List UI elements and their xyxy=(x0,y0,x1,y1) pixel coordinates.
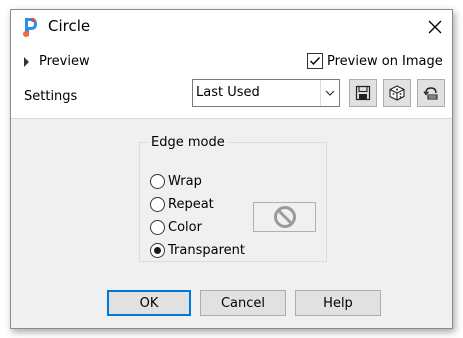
help-button[interactable]: Help xyxy=(295,290,381,316)
randomize-icon xyxy=(389,85,405,101)
expand-arrow-icon xyxy=(24,56,29,67)
settings-label: Settings xyxy=(24,89,78,104)
edge-color-swatch[interactable] xyxy=(253,202,316,232)
radio-label-wrap: Wrap xyxy=(168,174,202,189)
checkbox-box[interactable] xyxy=(307,53,323,69)
cancel-button[interactable]: Cancel xyxy=(200,290,286,316)
settings-dropdown-value: Last Used xyxy=(196,85,260,100)
checkmark-icon xyxy=(310,57,321,66)
radio-label-transparent: Transparent xyxy=(168,243,245,258)
paintshop-pro-icon xyxy=(23,18,37,37)
close-button[interactable] xyxy=(424,16,446,38)
radio-button[interactable] xyxy=(150,174,165,189)
circle-dialog: Circle Preview Preview on Image Settings… xyxy=(10,9,453,329)
title-bar: Circle xyxy=(11,10,452,44)
no-color-icon xyxy=(273,206,296,228)
ok-label: OK xyxy=(139,295,159,311)
radio-repeat[interactable]: Repeat xyxy=(150,197,214,212)
radio-button[interactable] xyxy=(150,197,165,212)
window-title: Circle xyxy=(48,17,91,35)
preview-toggle[interactable]: Preview xyxy=(24,54,90,69)
main-area: Edge mode Wrap Repeat Color Transparent … xyxy=(11,119,452,328)
reset-icon xyxy=(423,87,438,100)
save-preset-button[interactable] xyxy=(349,79,377,107)
reset-button[interactable] xyxy=(417,79,445,107)
dropdown-arrow[interactable] xyxy=(320,80,339,106)
radio-wrap[interactable]: Wrap xyxy=(150,174,202,189)
radio-button-selected[interactable] xyxy=(150,243,165,258)
close-icon xyxy=(428,20,442,34)
radio-label-repeat: Repeat xyxy=(168,197,214,212)
save-preset-icon xyxy=(355,85,371,101)
settings-panel: Preview Preview on Image Settings Last U… xyxy=(11,44,452,119)
radio-transparent[interactable]: Transparent xyxy=(150,243,245,258)
preview-on-image-label: Preview on Image xyxy=(327,53,443,69)
settings-dropdown[interactable]: Last Used xyxy=(192,79,340,107)
cancel-label: Cancel xyxy=(220,295,266,311)
preview-on-image-checkbox[interactable]: Preview on Image xyxy=(307,53,443,69)
radio-color[interactable]: Color xyxy=(150,220,202,235)
randomize-button[interactable] xyxy=(383,79,411,107)
chevron-down-icon xyxy=(325,90,335,96)
ok-button[interactable]: OK xyxy=(107,290,191,316)
help-label: Help xyxy=(323,295,353,311)
preview-label: Preview xyxy=(39,54,90,69)
radio-button[interactable] xyxy=(150,220,165,235)
edge-mode-label: Edge mode xyxy=(148,135,228,150)
radio-label-color: Color xyxy=(168,220,202,235)
